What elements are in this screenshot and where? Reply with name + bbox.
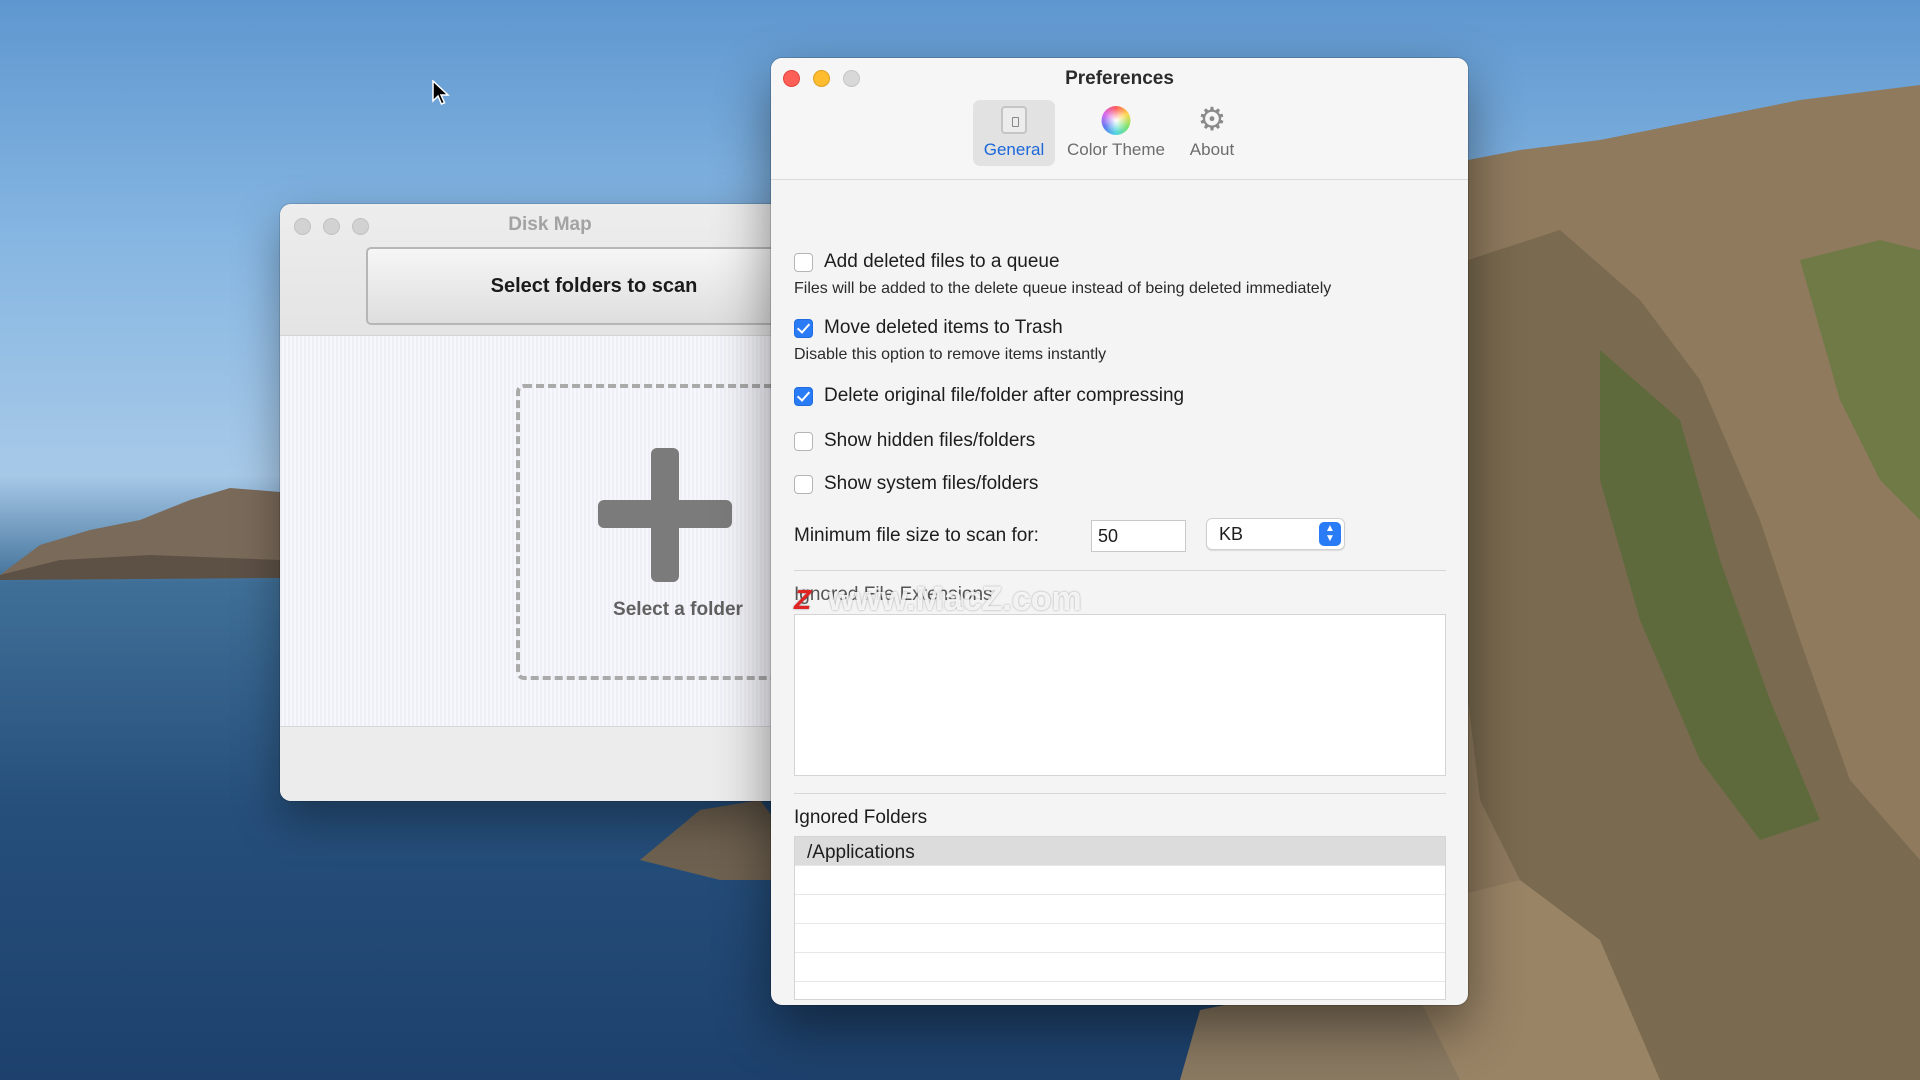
unit-select[interactable]: KB ▲ ▼ bbox=[1206, 518, 1345, 550]
option-hint: Files will be added to the delete queue … bbox=[794, 280, 1332, 297]
ignored-folders-list[interactable]: /Applications bbox=[794, 836, 1446, 1000]
tab-general[interactable]: General bbox=[973, 100, 1055, 166]
tab-about[interactable]: ⚙ About bbox=[1175, 100, 1249, 166]
general-settings-panel: Add deleted files to a queue Files will … bbox=[771, 180, 1468, 1005]
preferences-toolbar: Preferences General Color Theme ⚙ About bbox=[771, 58, 1468, 180]
disk-map-body: Select a folder bbox=[280, 336, 820, 726]
list-item-empty bbox=[795, 866, 1445, 895]
plus-icon bbox=[598, 448, 732, 582]
preferences-window: Preferences General Color Theme ⚙ About … bbox=[771, 58, 1468, 1005]
select-folders-button[interactable]: Select folders to scan bbox=[366, 247, 820, 325]
min-size-input[interactable]: 50 bbox=[1091, 520, 1186, 552]
min-size-label: Minimum file size to scan for: bbox=[794, 525, 1039, 546]
option-label: Move deleted items to Trash bbox=[824, 317, 1063, 338]
tab-label: About bbox=[1189, 140, 1235, 159]
preferences-tabs: General Color Theme ⚙ About bbox=[771, 100, 1468, 168]
divider bbox=[794, 570, 1446, 571]
option-add-to-queue[interactable]: Add deleted files to a queue bbox=[794, 251, 1060, 273]
option-label: Show hidden files/folders bbox=[824, 430, 1036, 451]
general-icon bbox=[1001, 106, 1027, 134]
color-wheel-icon bbox=[1101, 106, 1131, 135]
window-title: Disk Map bbox=[508, 214, 592, 235]
disk-map-window: Disk Map Select folders to scan Select a… bbox=[280, 204, 820, 801]
divider bbox=[794, 793, 1446, 794]
checkbox[interactable] bbox=[794, 474, 813, 494]
tab-label: Color Theme bbox=[1067, 140, 1165, 159]
list-item-empty bbox=[795, 924, 1445, 953]
option-move-to-trash[interactable]: Move deleted items to Trash bbox=[794, 317, 1063, 339]
list-item[interactable]: /Applications bbox=[795, 837, 1445, 866]
checkbox[interactable] bbox=[794, 252, 813, 272]
checkbox[interactable] bbox=[794, 318, 813, 338]
ignored-folders-label: Ignored Folders bbox=[794, 807, 928, 828]
disk-map-footer bbox=[280, 726, 820, 801]
window-title: Preferences bbox=[1065, 68, 1174, 89]
watermark-logo-icon: Z bbox=[794, 583, 812, 615]
option-hint: Disable this option to remove items inst… bbox=[794, 346, 1107, 363]
disk-map-titlebar: Disk Map Select folders to scan bbox=[280, 204, 820, 336]
option-label: Add deleted files to a queue bbox=[824, 251, 1060, 272]
ignored-extensions-field[interactable] bbox=[794, 614, 1446, 776]
list-item-empty bbox=[795, 895, 1445, 924]
option-label: Show system files/folders bbox=[824, 473, 1039, 494]
tab-color-theme[interactable]: Color Theme bbox=[1061, 100, 1171, 166]
unit-value: KB bbox=[1219, 524, 1244, 544]
select-folders-label: Select folders to scan bbox=[490, 275, 698, 297]
gear-icon: ⚙ bbox=[1197, 101, 1227, 137]
chevron-updown-icon: ▲ ▼ bbox=[1319, 522, 1341, 546]
option-delete-after-compress[interactable]: Delete original file/folder after compre… bbox=[794, 385, 1184, 407]
list-item-empty bbox=[795, 953, 1445, 982]
mouse-pointer-icon bbox=[432, 80, 450, 105]
checkbox[interactable] bbox=[794, 386, 813, 406]
checkbox[interactable] bbox=[794, 431, 813, 451]
option-show-system[interactable]: Show system files/folders bbox=[794, 473, 1038, 495]
option-label: Delete original file/folder after compre… bbox=[824, 385, 1185, 406]
option-show-hidden[interactable]: Show hidden files/folders bbox=[794, 430, 1035, 452]
tab-label: General bbox=[983, 140, 1045, 159]
